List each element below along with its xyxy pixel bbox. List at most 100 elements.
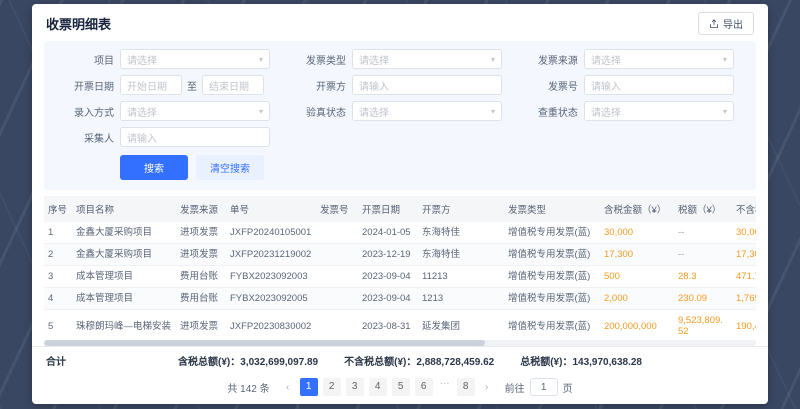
table-cell: 增值税专用发票(蓝) [504,266,600,288]
table-cell: -- [674,244,732,266]
horizontal-scrollbar-track[interactable] [44,340,756,346]
table-cell: 金鑫大厦采购项目 [72,244,176,266]
prev-page-button[interactable]: ‹ [281,382,295,393]
summary-row: 合计 含税总额(¥)：3,032,699,097.89 不含税总额(¥)：2,8… [32,346,768,374]
verify-status-select-placeholder: 请选择 [359,104,389,119]
table-cell: 200,000,000 [600,310,674,339]
filter-row-3: 录入方式 请选择 ▾ 验真状态 请选择 ▾ 查重状态 请选择 ▾ [52,101,748,121]
column-header: 发票类型 [504,196,600,222]
date-start-placeholder: 开始日期 [127,78,167,93]
page-button[interactable]: 1 [300,378,318,396]
page-list: 123456 ··· 8 [300,378,475,396]
filter-row-2: 开票日期 开始日期 至 结束日期 开票方 请输入 发票号 请输入 [52,75,748,95]
invoice-source-select[interactable]: 请选择 ▾ [584,49,734,69]
pagination-ellipsis[interactable]: ··· [438,378,452,396]
collector-field: 采集人 请输入 [52,127,284,147]
table-cell: 延发集团 [418,310,504,339]
date-end-input[interactable]: 结束日期 [202,75,264,95]
invoice-date-field: 开票日期 开始日期 至 结束日期 [52,75,284,95]
table-cell: 1213 [418,288,504,310]
page-title: 收票明细表 [46,14,111,33]
table-cell: 30,000 [732,222,756,244]
table-cell: 17,300 [600,244,674,266]
page-button[interactable]: 3 [346,378,364,396]
table-cell: 2023-08-31 [358,310,418,339]
verify-status-field: 验真状态 请选择 ▾ [284,101,516,121]
entry-mode-field: 录入方式 请选择 ▾ [52,101,284,121]
entry-mode-label: 录入方式 [52,104,114,119]
invoice-no-input-placeholder: 请输入 [591,78,621,93]
invoice-type-label: 发票类型 [284,52,346,67]
table-cell: 金鑫大厦采购项目 [72,222,176,244]
page-button[interactable]: 5 [392,378,410,396]
table-cell: 增值税专用发票(蓝) [504,288,600,310]
table-cell: 230.09 [674,288,732,310]
date-separator: 至 [187,78,197,93]
export-button[interactable]: 导出 [698,12,754,35]
table-cell: 2023-09-04 [358,266,418,288]
table-cell: 11213 [418,266,504,288]
table-cell: 1 [44,222,72,244]
project-select[interactable]: 请选择 ▾ [120,49,270,69]
collector-label: 采集人 [52,130,114,145]
table-row[interactable]: 1金鑫大厦采购项目进项发票JXFP202401050012024-01-05东海… [44,222,756,244]
page-button[interactable]: 2 [323,378,341,396]
column-header: 不含税金额（¥） [732,196,756,222]
entry-mode-select[interactable]: 请选择 ▾ [120,101,270,121]
table-cell: 增值税专用发票(蓝) [504,222,600,244]
table-cell: 东海特佳 [418,244,504,266]
table-cell: 进项发票 [176,222,226,244]
table-cell: 4 [44,288,72,310]
table-cell: 500 [600,266,674,288]
invoice-type-select[interactable]: 请选择 ▾ [352,49,502,69]
table-row[interactable]: 4成本管理项目费用台账FYBX20230920052023-09-041213增… [44,288,756,310]
table-cell [316,266,358,288]
table-cell: 17,300 [732,244,756,266]
date-start-input[interactable]: 开始日期 [120,75,182,95]
table-cell: 费用台账 [176,288,226,310]
table-cell: 费用台账 [176,266,226,288]
invoice-type-field: 发票类型 请选择 ▾ [284,49,516,69]
column-header: 开票方 [418,196,504,222]
issuer-input[interactable]: 请输入 [352,75,502,95]
chevron-down-icon: ▾ [491,107,495,116]
column-header: 单号 [226,196,316,222]
table-cell: 28.3 [674,266,732,288]
verify-status-select[interactable]: 请选择 ▾ [352,101,502,121]
page-button[interactable]: 8 [457,378,475,396]
table-cell: 2023-09-04 [358,288,418,310]
next-page-button[interactable]: › [480,382,494,393]
table-cell: -- [674,222,732,244]
collector-input[interactable]: 请输入 [120,127,270,147]
column-header: 发票来源 [176,196,226,222]
invoice-no-field: 发票号 请输入 [516,75,748,95]
table-cell: JXFP20230830002 [226,310,316,339]
table-cell: 2023-12-19 [358,244,418,266]
table-cell: 2 [44,244,72,266]
tax-total: 总税额(¥)：143,970,638.28 [520,353,642,368]
page-button[interactable]: 6 [415,378,433,396]
table-row[interactable]: 5珠穆朗玛峰—电梯安装进项发票JXFP202308300022023-08-31… [44,310,756,339]
table-cell: 珠穆朗玛峰—电梯安装 [72,310,176,339]
table-row[interactable]: 3成本管理项目费用台账FYBX20230920032023-09-0411213… [44,266,756,288]
untaxed-total: 不含税总额(¥)：2,888,728,459.62 [344,353,494,368]
table-cell: JXFP20231219002 [226,244,316,266]
goto-page-input[interactable] [530,378,558,396]
clear-search-button[interactable]: 清空搜索 [196,155,264,180]
invoice-no-input[interactable]: 请输入 [584,75,734,95]
column-header: 序号 [44,196,72,222]
search-button[interactable]: 搜索 [120,155,188,180]
dup-check-select[interactable]: 请选择 ▾ [584,101,734,121]
table-cell: FYBX2023092005 [226,288,316,310]
page-button[interactable]: 4 [369,378,387,396]
dup-check-field: 查重状态 请选择 ▾ [516,101,748,121]
project-select-placeholder: 请选择 [127,52,157,67]
table-cell [316,288,358,310]
table-cell: JXFP20240105001 [226,222,316,244]
table-cell [316,310,358,339]
table-cell: 东海特佳 [418,222,504,244]
horizontal-scrollbar-thumb[interactable] [44,340,485,346]
table-cell: 5 [44,310,72,339]
export-label: 导出 [723,16,743,31]
table-row[interactable]: 2金鑫大厦采购项目进项发票JXFP202312190022023-12-19东海… [44,244,756,266]
